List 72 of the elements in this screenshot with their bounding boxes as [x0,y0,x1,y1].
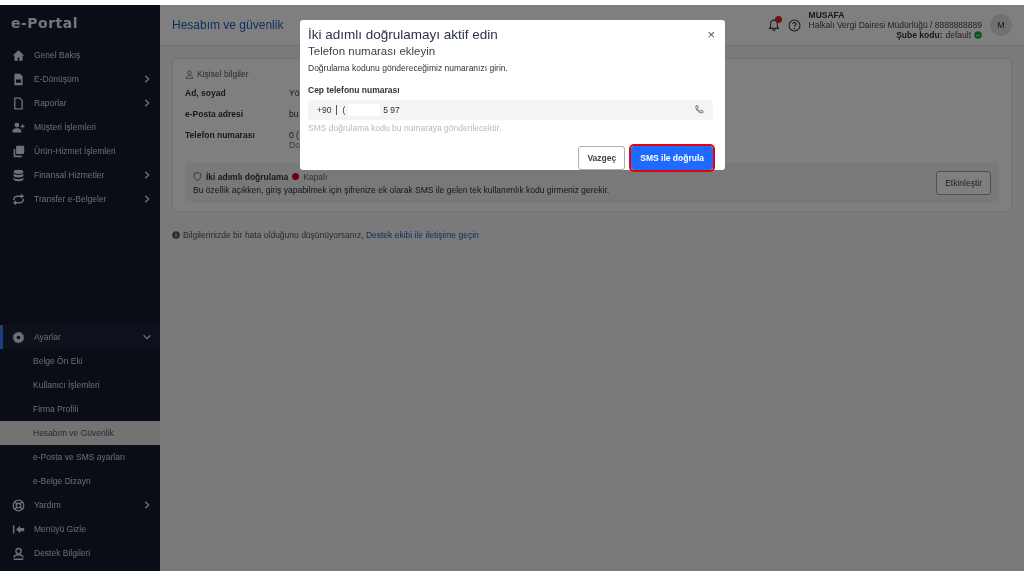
copy-icon [12,144,25,158]
field-value: Yö [289,88,300,98]
document-icon [12,72,25,86]
person-icon [12,546,25,560]
help-note: Bilgilerinizde bir hata olduğunu düşünüyorsanız, Destek ekibi ile iletişime geçin [183,230,479,240]
gear-icon [12,330,25,344]
submenu-item[interactable]: Firma Profili [0,397,160,421]
user-name: MUSAFA [808,10,845,20]
shield-icon [193,172,202,181]
submenu-item[interactable]: Hesabım ve Güvenlik [0,421,160,445]
notification-button[interactable] [767,19,780,31]
sidebar-item[interactable]: Ayarlar [0,325,160,349]
chevron-right-icon [142,500,152,510]
field-label: e-Posta adresi [185,108,244,119]
field-value: 0 ( [289,130,299,140]
sidebar-item[interactable]: Destek Bilgileri [0,541,160,565]
file-icon [12,96,25,110]
lifebuoy-icon [12,498,25,512]
user-avatar[interactable]: M [990,14,1012,36]
home-icon [12,48,25,62]
notification-badge [774,16,782,23]
sidebar-item[interactable]: E-Dönüşüm [0,67,160,91]
sidebar-item[interactable]: Müşteri İşlemleri [0,115,160,139]
user-icon [185,69,194,79]
submenu-item[interactable]: e-Belge Dizayn [0,469,160,493]
enable-button[interactable]: Etkinleştir [936,171,991,195]
field-hint: SMS doğrulama kodu bu numaraya gönderilecektir. [308,123,502,133]
chevron-right-icon [142,74,152,84]
sidebar-item[interactable]: Raporlar [0,91,160,115]
sidebar-item[interactable]: Menüyü Gizle [0,517,160,541]
branch-code: default [945,30,971,40]
submenu-item[interactable]: Kullanıcı İşlemleri [0,373,160,397]
status-text: Kapalı [303,171,328,182]
help-icon[interactable] [787,18,801,32]
close-button[interactable]: × [705,27,717,42]
sidebar-item[interactable]: Transfer e-Belgeler [0,187,160,211]
phone-field[interactable]: +90 ( 5 97 [308,100,713,120]
bell-icon [767,19,780,31]
sidebar-item[interactable]: Yardım [0,493,160,517]
submenu-item[interactable]: e-Posta ve SMS ayarları [0,445,160,469]
chevron-down-icon [142,332,152,342]
verify-button[interactable]: SMS ile doğrula [631,146,713,170]
two-factor-description: Bu özellik açıkken, giriş yapabilmek için şifrenize ek olarak SMS ile gelen tek kullanımlık kodu girmeniz gerekir. [193,184,610,195]
dialog-title: İki adımlı doğrulamayı aktif edin [308,27,498,42]
database-icon [12,168,25,182]
page-title: Hesabım ve güvenlik [172,18,285,32]
cancel-button[interactable]: Vazgeç [578,146,626,170]
dialog-subtitle: Telefon numarası ekleyin [308,45,436,57]
field-label: Ad, soyad [185,87,226,98]
phone-icon [694,105,704,115]
field-label: Cep telefonu numarası [308,85,400,95]
field-note: Do [289,140,300,150]
chevron-right-icon [142,194,152,204]
dialog-description: Doğrulama kodunu göndereceğimiz numaranızı girin. [308,63,508,73]
two-factor-title: İki adımlı doğrulama [206,171,289,182]
collapse-icon [12,522,25,536]
sidebar-item[interactable]: Genel Bakış [0,43,160,67]
section-title: Kişisel bilgiler [197,69,249,79]
user-plus-icon [12,120,25,134]
sidebar-item[interactable]: Ürün-Hizmet İşlemleri [0,139,160,163]
app-logo: e-Portal [11,15,79,31]
field-value: bu [289,109,299,119]
info-icon [172,231,180,239]
submenu-item[interactable]: Belge Ön Eki [0,349,160,373]
chevron-right-icon [142,170,152,180]
tax-office: Halkalı Vergi Dairesi Müdürlüğü / 8888888889 [808,20,982,30]
chevron-right-icon [142,98,152,108]
transfer-icon [12,192,25,206]
field-label: Telefon numarası [185,129,255,140]
branch-label: Şube kodu: [896,30,943,40]
support-link[interactable]: Destek ekibi ile iletişime geçin [365,230,479,240]
sidebar-item[interactable]: Finansal Hizmetler [0,163,160,187]
